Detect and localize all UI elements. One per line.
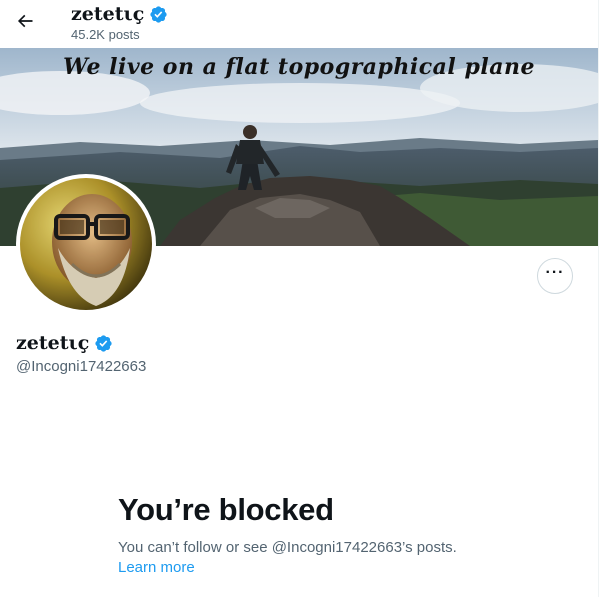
blocked-message: You can’t follow or see @Incogni17422663… — [118, 539, 457, 556]
verified-badge-icon — [150, 5, 167, 23]
more-options-button[interactable]: ··· — [537, 258, 573, 294]
arrow-left-icon — [17, 14, 33, 28]
profile-handle: @Incogni17422663 — [16, 358, 147, 375]
banner-caption: We live on a flat topographical plane — [63, 54, 535, 80]
back-button[interactable] — [8, 4, 42, 38]
avatar-image — [20, 178, 152, 310]
blocked-title: You’re blocked — [118, 492, 334, 527]
avatar[interactable] — [16, 174, 156, 314]
verified-badge-icon[interactable] — [94, 334, 113, 353]
profile-header: zetetιç 45.2K posts — [0, 0, 598, 48]
ellipsis-icon: ··· — [545, 264, 565, 281]
header-display-name: zetetιç — [71, 4, 168, 24]
profile-display-name: zetetιç — [16, 332, 113, 354]
header-posts-count: 45.2K posts — [71, 27, 140, 42]
learn-more-link[interactable]: Learn more — [118, 559, 195, 576]
header-name-text: zetetιç — [71, 3, 145, 25]
column-divider — [598, 0, 599, 597]
display-name-text: zetetιç — [16, 332, 90, 354]
